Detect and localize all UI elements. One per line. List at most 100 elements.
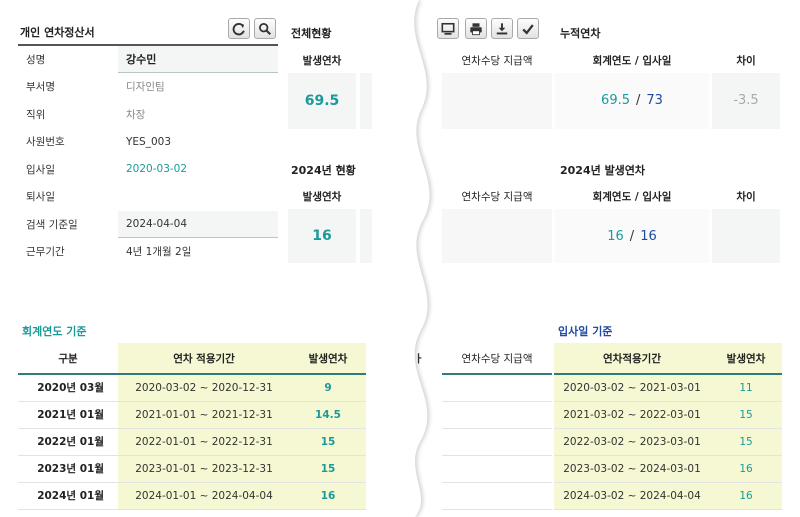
view-button[interactable] [437,18,459,39]
table-row: 2024년 01월 2024-01-01 ~ 2024-04-04 16 [18,482,366,510]
allowance-cell [442,374,552,402]
year-diff-header: 차이 [736,191,756,203]
info-row: 퇴사일 [18,184,278,211]
info-row: 부서명 디자인팀 [18,74,278,101]
hire-range-cell: 2022-03-02 ~ 2023-03-01 [554,428,710,456]
cumulative-ratio-header: 회계연도 / 입사일 [592,55,672,67]
hire-count-cell: 15 [710,401,782,429]
count-cell: 15 [290,455,366,483]
period-cell: 2023년 01월 [18,455,118,483]
search-button[interactable] [254,18,276,39]
info-label: 직위 [26,108,46,121]
hire-count-cell: 15 [710,428,782,456]
info-label: 근무기간 [26,246,65,259]
col-hire-range: 연차적용기간 [554,343,710,375]
table-row: 2023년 01월 2023-01-01 ~ 2023-12-31 15 [18,455,366,483]
year-allowance-cell [442,209,552,263]
year-filler-cell [360,209,372,263]
hire-range-cell: 2020-03-02 ~ 2021-03-01 [554,374,710,402]
info-row: 검색 기준일 2024-04-04 [18,211,278,239]
overall-title: 전체현황 [291,27,332,40]
info-value: YES_003 [126,135,172,148]
range-cell: 2022-01-01 ~ 2022-12-31 [118,428,290,456]
hire-range-cell: 2023-03-02 ~ 2024-03-01 [554,455,710,483]
cumulative-ratio: 69.5/73 [601,93,663,108]
cumulative-diff-header: 차이 [736,55,756,67]
table-row: 2020년 03월 2020-03-02 ~ 2020-12-31 9 [18,374,366,402]
year-ratio: 16/16 [607,229,657,244]
refresh-icon [232,22,245,35]
year-issued-title: 2024년 발생연차 [560,164,646,177]
period-cell: 2024년 01월 [18,482,118,510]
info-row: 성명 강수민 [18,46,278,74]
count-cell: 9 [290,374,366,402]
info-label: 성명 [26,53,46,66]
year-ratio-header: 회계연도 / 입사일 [592,191,672,203]
range-cell: 2024-01-01 ~ 2024-04-04 [118,482,290,510]
hire-basis-title: 입사일 기준 [558,325,613,338]
info-rows: 성명 강수민 부서명 디자인팀직위 차장사원번호 YES_003 입사일 2020-03-02… [18,44,278,266]
info-value: 디자인팀 [126,81,165,94]
info-value: 4년 1개월 2일 [126,246,192,259]
table-row: 2020-03-02 ~ 2021-03-01 11 [554,374,782,402]
table-row: 2022년 01월 2022-01-01 ~ 2022-12-31 15 [18,428,366,456]
period-cell: 2022년 01월 [18,428,118,456]
count-cell: 14.5 [290,401,366,429]
year-hire-value: 16 [640,229,657,244]
info-value: 강수민 [118,46,278,73]
info-label: 입사일 [26,163,55,176]
check-icon [522,23,534,35]
allowance-cell [442,455,552,483]
download-button[interactable] [491,18,513,39]
cut-header-fragment: ㅏ [414,353,424,365]
fiscal-basis-table: 구분 연차 적용기간 발생연차 2020년 03월 2020-03-02 ~ 20… [18,343,366,510]
print-button[interactable] [465,18,487,39]
year-fiscal-value: 16 [607,229,624,244]
year-allowance-header: 연차수당 지급액 [461,191,533,203]
table-row [442,374,552,402]
monitor-icon [441,22,455,35]
info-row: 근무기간 4년 1개월 2일 [18,239,278,266]
print-icon [470,22,482,35]
info-label: 퇴사일 [26,191,55,204]
info-value: 2024-04-04 [118,211,278,238]
col-period: 구분 [18,343,118,375]
info-label: 검색 기준일 [26,218,78,231]
count-cell: 16 [290,482,366,510]
hire-count-cell: 16 [710,455,782,483]
hire-range-cell: 2021-03-02 ~ 2022-03-01 [554,401,710,429]
info-value: 차장 [126,108,146,121]
info-label: 사원번호 [26,136,65,149]
col-range: 연차 적용기간 [118,343,290,375]
table-row: 2024-03-02 ~ 2024-04-04 16 [554,482,782,510]
table-row [442,455,552,483]
count-cell: 15 [290,428,366,456]
col-hire-count: 발생연차 [710,343,782,375]
range-cell: 2020-03-02 ~ 2020-12-31 [118,374,290,402]
overall-issued-header: 발생연차 [302,55,342,67]
overall-allowance-header: 연차수당 지급액 [461,55,533,67]
info-value: 2020-03-02 [126,163,188,176]
info-row: 사원번호 YES_003 [18,129,278,156]
allowance-cell [442,428,552,456]
download-icon [496,22,508,34]
hire-range-cell: 2024-03-02 ~ 2024-04-04 [554,482,710,510]
range-cell: 2021-01-01 ~ 2021-12-31 [118,401,290,429]
table-row [442,482,552,510]
confirm-button[interactable] [517,18,539,39]
col-allowance: 연차수당 지급액 [442,343,552,375]
refresh-button[interactable] [228,18,250,39]
period-cell: 2020년 03월 [18,374,118,402]
year-diff-cell [712,209,780,263]
period-cell: 2021년 01월 [18,401,118,429]
fiscal-basis-title: 회계연도 기준 [22,325,87,338]
search-icon [259,22,271,35]
info-row: 입사일 2020-03-02 [18,156,278,184]
table-row: 2023-03-02 ~ 2024-03-01 16 [554,455,782,483]
col-count: 발생연차 [290,343,366,375]
table-row: 2021-03-02 ~ 2022-03-01 15 [554,401,782,429]
overall-filler-cell [360,73,372,129]
fiscal-allowance-table: 연차수당 지급액 [442,343,552,510]
table-row [442,428,552,456]
year-status-title: 2024년 현황 [291,164,356,177]
